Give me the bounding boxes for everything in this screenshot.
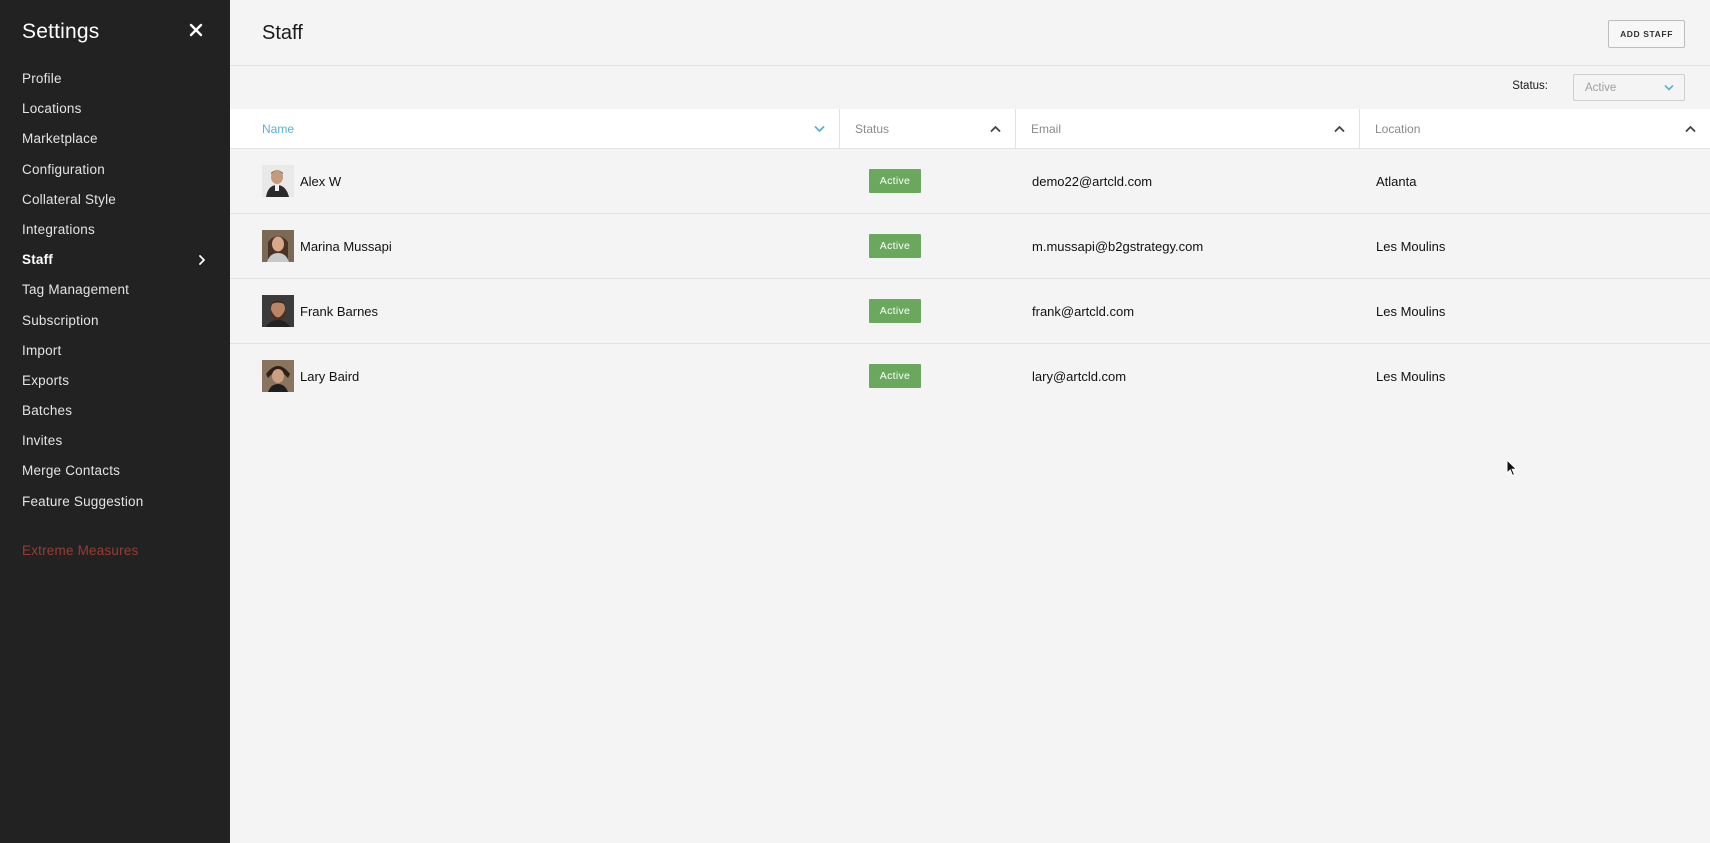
staff-name[interactable]: Alex W: [300, 174, 341, 189]
staff-location: Les Moulins: [1376, 239, 1446, 254]
staff-name[interactable]: Marina Mussapi: [300, 239, 392, 254]
status-filter-select[interactable]: Active: [1573, 74, 1685, 101]
sidebar-item-label: Tag Management: [22, 282, 130, 298]
settings-sidebar: Settings Profile Locations Marketplace C…: [0, 0, 230, 843]
staff-table: Name Status Email Location Alex W Active…: [230, 109, 1710, 409]
sidebar-item-label: Integrations: [22, 221, 95, 237]
page-title: Staff: [262, 22, 303, 44]
sidebar-item-tag-management[interactable]: Tag Management: [0, 275, 230, 305]
column-header-label: Location: [1375, 122, 1421, 136]
chevron-down-icon: [1664, 85, 1674, 91]
chevron-up-icon: [1685, 126, 1696, 132]
staff-email: m.mussapi@b2gstrategy.com: [1032, 239, 1204, 254]
staff-location: Atlanta: [1376, 174, 1417, 189]
sidebar-item-integrations[interactable]: Integrations: [0, 215, 230, 245]
sidebar-item-label: Collateral Style: [22, 191, 116, 207]
column-header-label: Email: [1031, 122, 1062, 136]
sidebar-item-batches[interactable]: Batches: [0, 396, 230, 426]
chevron-up-icon: [1334, 126, 1345, 132]
status-badge: Active: [869, 364, 921, 388]
column-header-label: Name: [262, 122, 295, 136]
table-row[interactable]: Marina Mussapi Active m.mussapi@b2gstrat…: [230, 214, 1710, 279]
avatar: [262, 295, 294, 327]
staff-email: demo22@artcld.com: [1032, 174, 1153, 189]
sidebar-item-label: Exports: [22, 372, 70, 388]
sidebar-item-staff[interactable]: Staff: [0, 245, 230, 275]
table-row[interactable]: Frank Barnes Active frank@artcld.com Les…: [230, 279, 1710, 344]
sidebar-header: Settings: [22, 20, 208, 50]
sidebar-item-extreme-measures[interactable]: Extreme Measures: [22, 543, 139, 558]
column-header-location[interactable]: Location: [1359, 109, 1710, 149]
sidebar-item-label: Invites: [22, 433, 63, 449]
avatar: [262, 360, 294, 392]
chevron-up-icon: [990, 126, 1001, 132]
sidebar-item-configuration[interactable]: Configuration: [0, 155, 230, 185]
sidebar-item-merge-contacts[interactable]: Merge Contacts: [0, 456, 230, 486]
sidebar-item-subscription[interactable]: Subscription: [0, 306, 230, 336]
sidebar-item-label: Staff: [22, 252, 53, 268]
status-badge: Active: [869, 169, 921, 193]
sidebar-item-label: Locations: [22, 101, 82, 117]
sidebar-item-label: Profile: [22, 71, 62, 86]
sidebar-item-collateral-style[interactable]: Collateral Style: [0, 185, 230, 215]
sidebar-title: Settings: [22, 20, 100, 43]
staff-name[interactable]: Frank Barnes: [300, 304, 378, 319]
mouse-cursor-icon: [1506, 459, 1518, 477]
sidebar-item-label: Configuration: [22, 161, 105, 177]
page-header: Staff ADD STAFF: [230, 0, 1710, 66]
avatar: [262, 230, 294, 262]
staff-email: frank@artcld.com: [1032, 304, 1135, 319]
sidebar-item-feature-suggestion[interactable]: Feature Suggestion: [0, 487, 230, 517]
sidebar-nav: Profile Locations Marketplace Configurat…: [0, 64, 230, 517]
table-header: Name Status Email Location: [230, 109, 1710, 149]
staff-location: Les Moulins: [1376, 369, 1446, 384]
status-badge: Active: [869, 299, 921, 323]
status-filter-value: Active: [1585, 82, 1617, 94]
column-header-status[interactable]: Status: [839, 109, 1016, 149]
chevron-down-icon: [814, 126, 825, 132]
column-header-label: Status: [855, 122, 890, 136]
status-filter-label: Status:: [1512, 80, 1548, 92]
add-staff-button[interactable]: ADD STAFF: [1608, 20, 1685, 48]
sidebar-item-label: Import: [22, 342, 62, 358]
staff-name[interactable]: Lary Baird: [300, 369, 359, 384]
sidebar-item-label: Subscription: [22, 312, 99, 328]
sidebar-item-locations[interactable]: Locations: [0, 94, 230, 124]
main-content: Staff ADD STAFF Status: Active Name Stat…: [230, 0, 1710, 843]
column-header-name[interactable]: Name: [230, 109, 840, 149]
table-body: Alex W Active demo22@artcld.com Atlanta …: [230, 149, 1710, 409]
staff-email: lary@artcld.com: [1032, 369, 1127, 384]
column-header-email[interactable]: Email: [1015, 109, 1360, 149]
sidebar-item-label: Feature Suggestion: [22, 493, 144, 509]
sidebar-item-label: Batches: [22, 403, 73, 419]
sidebar-item-label: Merge Contacts: [22, 463, 121, 479]
table-row[interactable]: Lary Baird Active lary@artcld.com Les Mo…: [230, 344, 1710, 409]
close-icon[interactable]: [186, 20, 206, 40]
status-badge: Active: [869, 234, 921, 258]
table-row[interactable]: Alex W Active demo22@artcld.com Atlanta: [230, 149, 1710, 214]
filter-bar: Status: Active: [230, 66, 1710, 108]
sidebar-item-label: Marketplace: [22, 131, 98, 147]
avatar: [262, 165, 294, 197]
sidebar-item-profile[interactable]: Profile: [0, 64, 230, 94]
sidebar-item-import[interactable]: Import: [0, 336, 230, 366]
staff-location: Les Moulins: [1376, 304, 1446, 319]
sidebar-item-exports[interactable]: Exports: [0, 366, 230, 396]
sidebar-item-marketplace[interactable]: Marketplace: [0, 124, 230, 154]
chevron-right-icon: [198, 245, 208, 275]
sidebar-item-invites[interactable]: Invites: [0, 426, 230, 456]
